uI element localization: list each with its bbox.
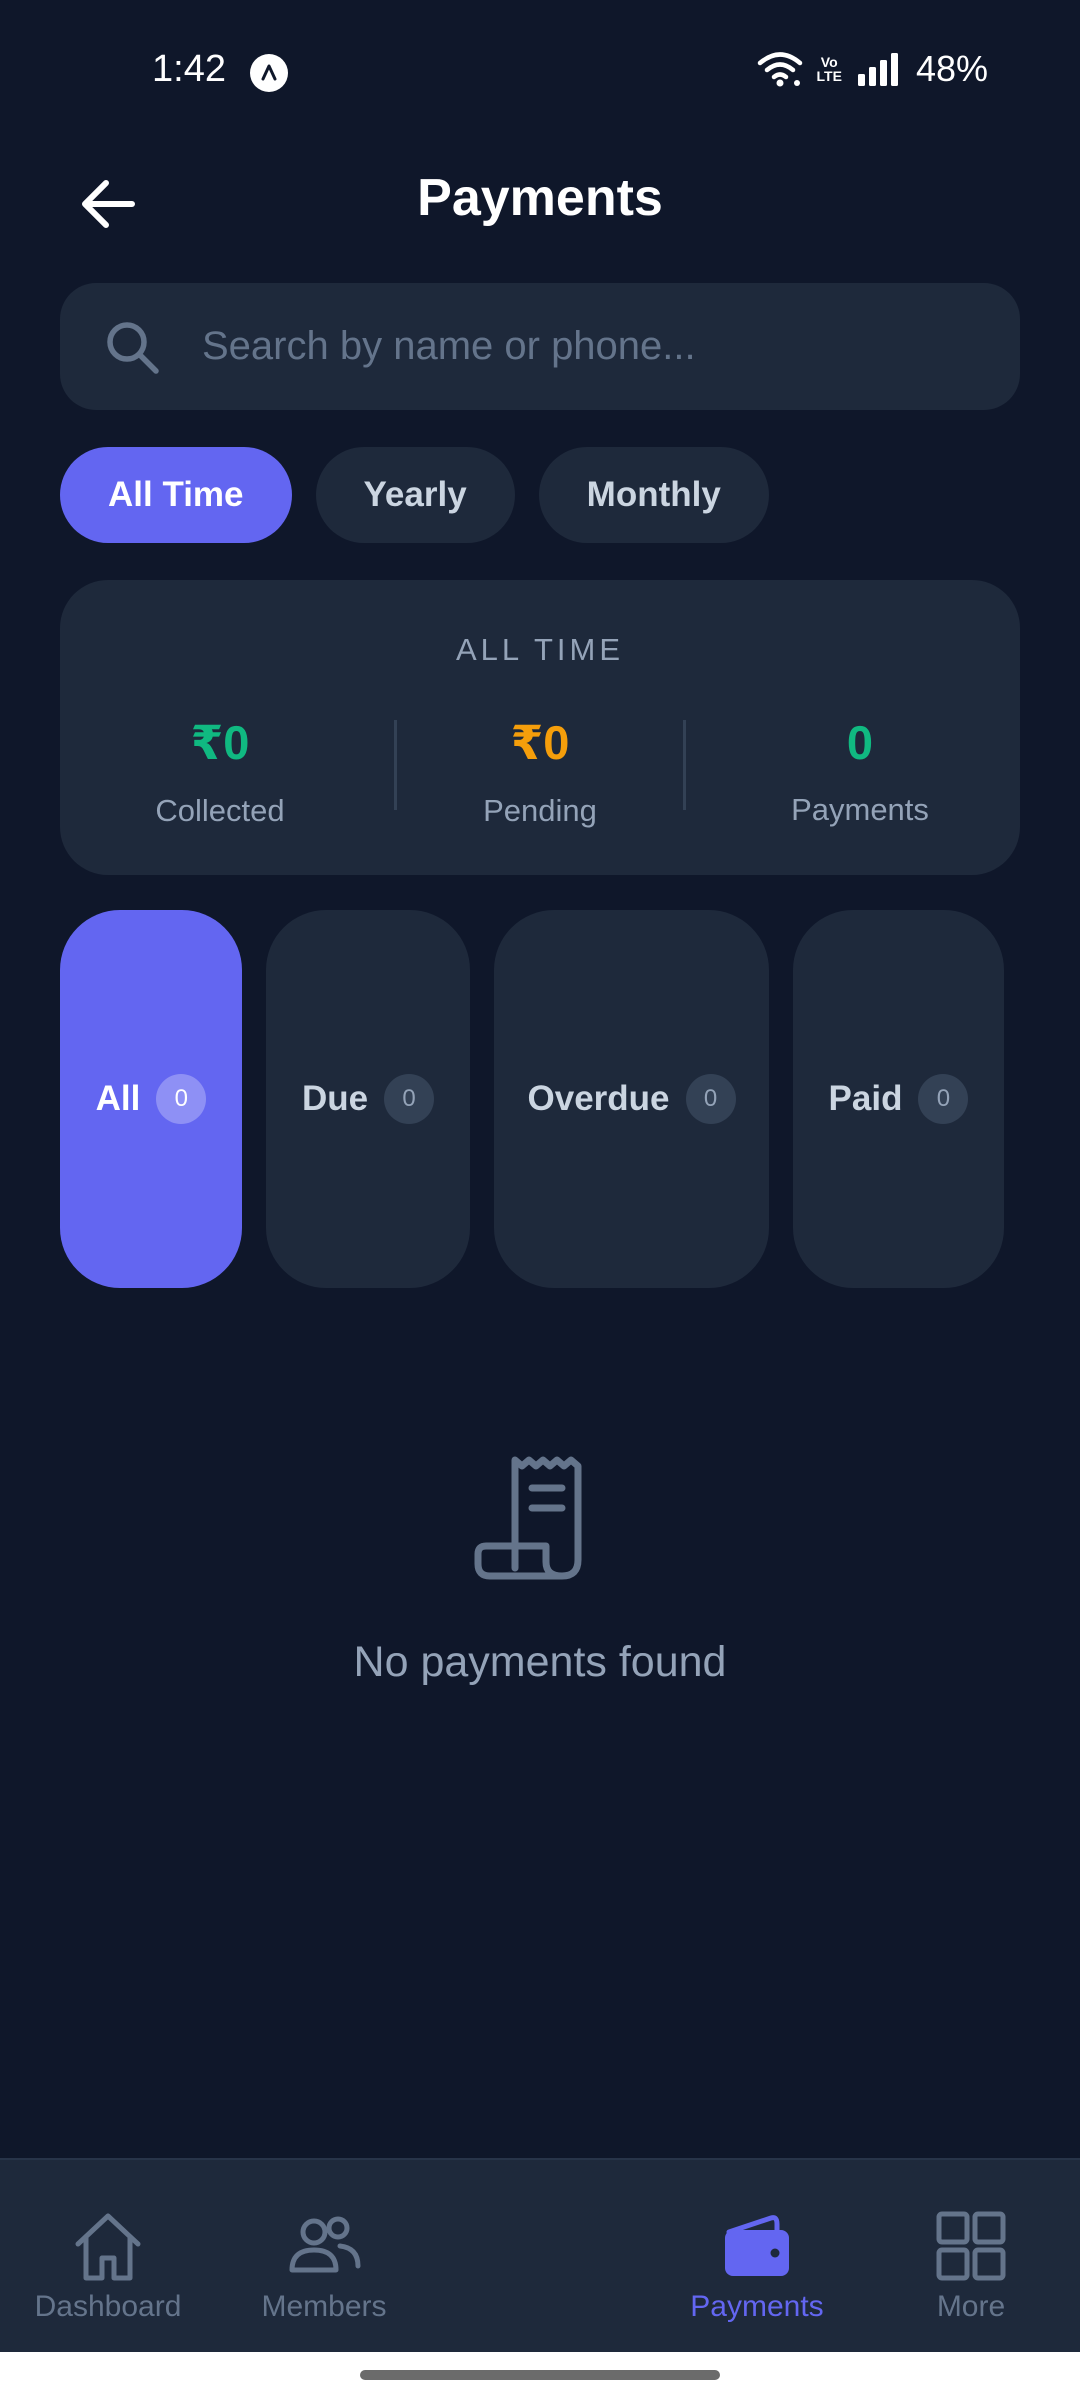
header: Payments — [0, 160, 1080, 240]
battery-percent: 48% — [915, 48, 988, 89]
tab-due[interactable]: Due 0 — [266, 910, 470, 1288]
status-time: 1:42 — [152, 48, 226, 90]
summary-divider — [394, 720, 397, 810]
tab-label: Due — [301, 1079, 369, 1118]
nav-label: More — [936, 2290, 1006, 2323]
search-bar[interactable] — [60, 283, 1020, 410]
summary-payments: 0 Payments — [700, 715, 1020, 829]
status-indicators: Vo LTE 48% — [757, 48, 988, 90]
chip-all-time[interactable]: All Time — [60, 447, 292, 543]
summary-pending: ₹0 Pending — [380, 715, 700, 829]
page-title: Payments — [417, 169, 663, 227]
pending-label: Pending — [483, 793, 597, 828]
summary-divider — [683, 720, 686, 810]
bottom-nav: Dashboard Members Payments More — [0, 2158, 1080, 2352]
receipt-icon — [474, 1456, 582, 1580]
tab-label: Overdue — [527, 1079, 670, 1118]
period-chips: All Time Yearly Monthly — [60, 447, 769, 543]
home-indicator[interactable] — [360, 2370, 720, 2380]
nav-payments[interactable]: Payments — [672, 2160, 842, 2354]
signal-icon — [857, 53, 898, 86]
nav-more[interactable]: More — [896, 2160, 1046, 2354]
volte-icon: Vo LTE — [817, 55, 842, 83]
chip-monthly[interactable]: Monthly — [538, 447, 769, 543]
home-icon — [75, 2213, 141, 2281]
pending-value: ₹0 — [510, 716, 570, 769]
nav-members[interactable]: Members — [244, 2160, 404, 2354]
nav-label: Payments — [690, 2290, 824, 2323]
app-notification-icon — [250, 54, 288, 92]
count-badge: 0 — [685, 1074, 736, 1124]
wallet-icon — [725, 2215, 789, 2276]
chip-yearly[interactable]: Yearly — [315, 447, 515, 543]
tab-all[interactable]: All 0 — [60, 910, 242, 1288]
collected-value: ₹0 — [190, 716, 250, 769]
collected-label: Collected — [155, 793, 285, 828]
summary-heading: ALL TIME — [455, 632, 625, 667]
status-filter-tabs: All 0 Due 0 Overdue 0 Paid 0 — [60, 910, 1004, 1288]
tab-label: Paid — [828, 1079, 903, 1118]
search-icon — [107, 321, 159, 374]
nav-dashboard[interactable]: Dashboard — [28, 2160, 188, 2354]
count-badge: 0 — [156, 1074, 207, 1124]
tab-overdue[interactable]: Overdue 0 — [494, 910, 769, 1288]
payments-label: Payments — [791, 792, 929, 827]
search-input[interactable] — [202, 283, 1020, 410]
count-badge: 0 — [918, 1074, 969, 1124]
summary-card: ALL TIME ₹0 Collected ₹0 Pending 0 Payme… — [60, 580, 1020, 875]
tab-paid[interactable]: Paid 0 — [793, 910, 1004, 1288]
empty-message: No payments found — [353, 1638, 727, 1686]
summary-collected: ₹0 Collected — [60, 715, 380, 829]
nav-label: Dashboard — [34, 2290, 182, 2323]
tab-label: All — [95, 1079, 141, 1118]
users-icon — [289, 2216, 361, 2273]
grid-icon — [936, 2211, 1006, 2281]
empty-state: No payments found — [0, 1450, 1080, 1687]
wifi-icon — [757, 52, 802, 87]
status-bar: 1:42 Vo LTE 48% — [0, 0, 1080, 145]
volte-bottom: LTE — [816, 68, 842, 84]
nav-label: Members — [261, 2290, 387, 2323]
count-badge: 0 — [384, 1074, 435, 1124]
payments-value: 0 — [846, 716, 874, 769]
